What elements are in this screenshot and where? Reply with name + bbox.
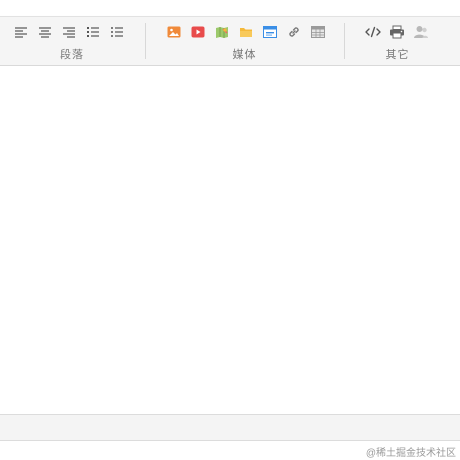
align-right-icon[interactable] bbox=[60, 23, 78, 41]
table-icon[interactable] bbox=[309, 23, 327, 41]
editor-status-bar bbox=[0, 414, 460, 441]
web-embed-icon[interactable] bbox=[261, 23, 279, 41]
paragraph-group-label: 段落 bbox=[60, 49, 84, 61]
code-icon[interactable] bbox=[364, 23, 382, 41]
watermark-text: @稀土掘金技术社区 bbox=[365, 448, 456, 459]
map-icon[interactable] bbox=[213, 23, 231, 41]
align-left-icon[interactable] bbox=[12, 23, 30, 41]
unordered-list-icon[interactable] bbox=[108, 23, 126, 41]
editor-toolbar: 段落 媒体 其它 bbox=[0, 16, 460, 66]
other-group: 其它 bbox=[345, 17, 450, 65]
ordered-list-icon[interactable] bbox=[84, 23, 102, 41]
align-center-icon[interactable] bbox=[36, 23, 54, 41]
print-icon[interactable] bbox=[388, 23, 406, 41]
link-icon[interactable] bbox=[285, 23, 303, 41]
folder-icon[interactable] bbox=[237, 23, 255, 41]
paragraph-group: 段落 bbox=[0, 17, 144, 65]
image-icon[interactable] bbox=[165, 23, 183, 41]
editor-content-area[interactable] bbox=[0, 66, 460, 414]
other-group-label: 其它 bbox=[385, 49, 410, 61]
video-icon[interactable] bbox=[189, 23, 207, 41]
media-group: 媒体 bbox=[146, 17, 343, 65]
media-group-label: 媒体 bbox=[232, 49, 257, 61]
user-icon[interactable] bbox=[412, 23, 430, 41]
